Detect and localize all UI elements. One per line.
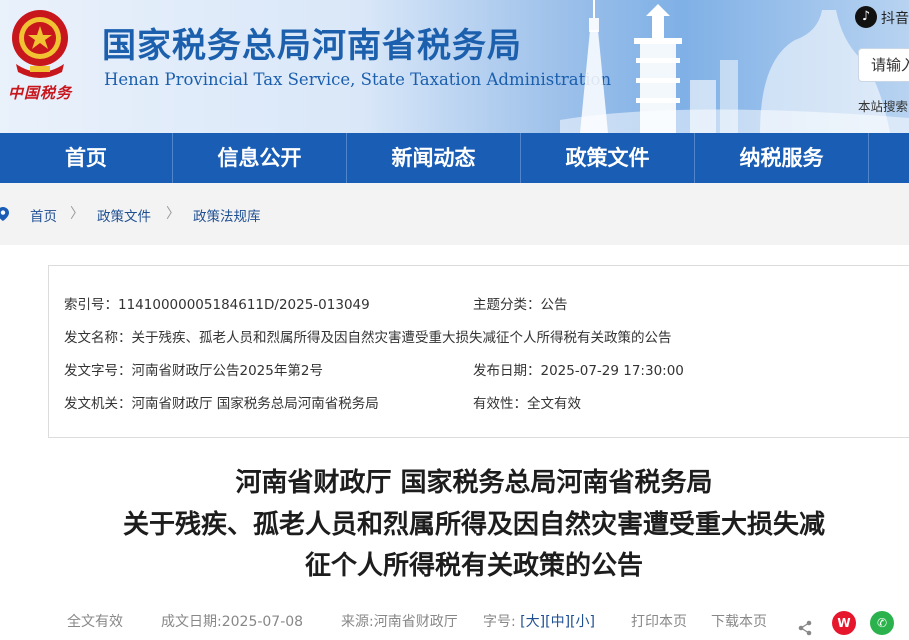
article-title-line-3: 征个人所得税有关政策的公告 <box>304 551 643 581</box>
nav-item-news[interactable]: 新闻动态 <box>347 133 521 183</box>
topic-label: 主题分类： <box>473 297 541 313</box>
topic-value: 公告 <box>540 297 568 313</box>
article-title-line-1: 河南省财政厅 国家税务总局河南省税务局 <box>235 468 713 498</box>
site-title[interactable]: 国家税务总局河南省税务局 <box>102 18 522 67</box>
meta-validity: 全文有效 <box>67 614 123 630</box>
weibo-icon[interactable]: W <box>832 611 856 635</box>
issuer-row: 发文机关：河南省财政厅 国家税务总局河南省税务局 <box>64 392 379 412</box>
document-info-box: 索引号：11410000005184611D/2025-013049 主题分类：… <box>48 265 909 438</box>
doc-number-row: 发文字号：河南省财政厅公告2025年第2号 <box>64 359 323 379</box>
main-nav: 首页 信息公开 新闻动态 政策文件 纳税服务 <box>0 133 909 183</box>
nav-item-home[interactable]: 首页 <box>0 133 173 183</box>
china-tax-brand-script: 中国税务 <box>8 84 73 102</box>
index-number-row: 索引号：11410000005184611D/2025-013049 <box>64 293 370 313</box>
breadcrumb-policy-library[interactable]: 政策法规库 <box>193 205 261 225</box>
tiktok-link[interactable]: ♪ 抖音 <box>853 6 909 30</box>
wechat-icon[interactable]: ✆ <box>870 611 894 635</box>
nav-item-tax-service[interactable]: 纳税服务 <box>695 133 869 183</box>
publish-date-label: 发布日期： <box>473 363 541 379</box>
index-number-value: 11410000005184611D/2025-013049 <box>118 297 370 313</box>
meta-date: 成文日期:2025-07-08 <box>161 614 304 630</box>
nav-item-info-disclosure[interactable]: 信息公开 <box>173 133 347 183</box>
article-title-line-2: 关于残疾、孤老人员和烈属所得及因自然灾害遭受重大损失减 <box>122 510 825 540</box>
doc-number-value: 河南省财政厅公告2025年第2号 <box>131 363 323 379</box>
search-input[interactable]: 请输入 <box>858 48 909 82</box>
print-button[interactable]: 打印本页 <box>631 611 687 631</box>
issuer-value: 河南省财政厅 国家税务总局河南省税务局 <box>131 396 379 412</box>
tiktok-label: 抖音 <box>881 11 909 27</box>
publish-date-row: 发布日期：2025-07-29 17:30:00 <box>473 359 684 379</box>
font-size-control: 字号: [大][中][小] <box>483 611 595 631</box>
site-header: 中国税务 国家税务总局河南省税务局 Henan Provincial Tax S… <box>0 0 909 133</box>
meta-source: 来源:河南省财政厅 <box>341 614 458 630</box>
breadcrumb-separator: 〉 <box>166 206 180 222</box>
validity-value: 全文有效 <box>527 396 581 412</box>
national-emblem-icon <box>12 10 68 78</box>
doc-number-label: 发文字号： <box>64 363 132 379</box>
site-subtitle: Henan Provincial Tax Service, State Taxa… <box>104 70 612 89</box>
font-size-large-button[interactable]: [大] <box>520 614 545 630</box>
validity-row: 有效性：全文有效 <box>473 392 581 412</box>
location-pin-icon <box>0 207 9 221</box>
share-icon[interactable] <box>797 620 813 636</box>
validity-label: 有效性： <box>473 396 527 412</box>
download-button[interactable]: 下载本页 <box>711 611 767 631</box>
topic-row: 主题分类：公告 <box>473 293 568 313</box>
index-number-label: 索引号： <box>64 297 118 313</box>
doc-name-row: 发文名称：关于残疾、孤老人员和烈属所得及因自然灾害遭受重大损失减征个人所得税有关… <box>64 326 672 346</box>
font-size-label: 字号: <box>483 614 516 630</box>
breadcrumb-separator: 〉 <box>70 206 84 222</box>
doc-name-value: 关于残疾、孤老人员和烈属所得及因自然灾害遭受重大损失减征个人所得税有关政策的公告 <box>131 330 672 346</box>
font-size-medium-button[interactable]: [中] <box>545 614 570 630</box>
issuer-label: 发文机关： <box>64 396 132 412</box>
nav-item-policy-docs[interactable]: 政策文件 <box>521 133 695 183</box>
font-size-small-button[interactable]: [小] <box>570 614 595 630</box>
site-search-note: 本站搜索 <box>858 99 909 114</box>
tiktok-icon: ♪ <box>855 6 877 28</box>
publish-date-value: 2025-07-29 17:30:00 <box>540 363 684 379</box>
breadcrumb-policy-docs[interactable]: 政策文件 <box>97 205 151 225</box>
doc-name-label: 发文名称： <box>64 330 132 346</box>
breadcrumb: 首页 〉 政策文件 〉 政策法规库 <box>0 183 909 245</box>
breadcrumb-home[interactable]: 首页 <box>30 205 57 225</box>
